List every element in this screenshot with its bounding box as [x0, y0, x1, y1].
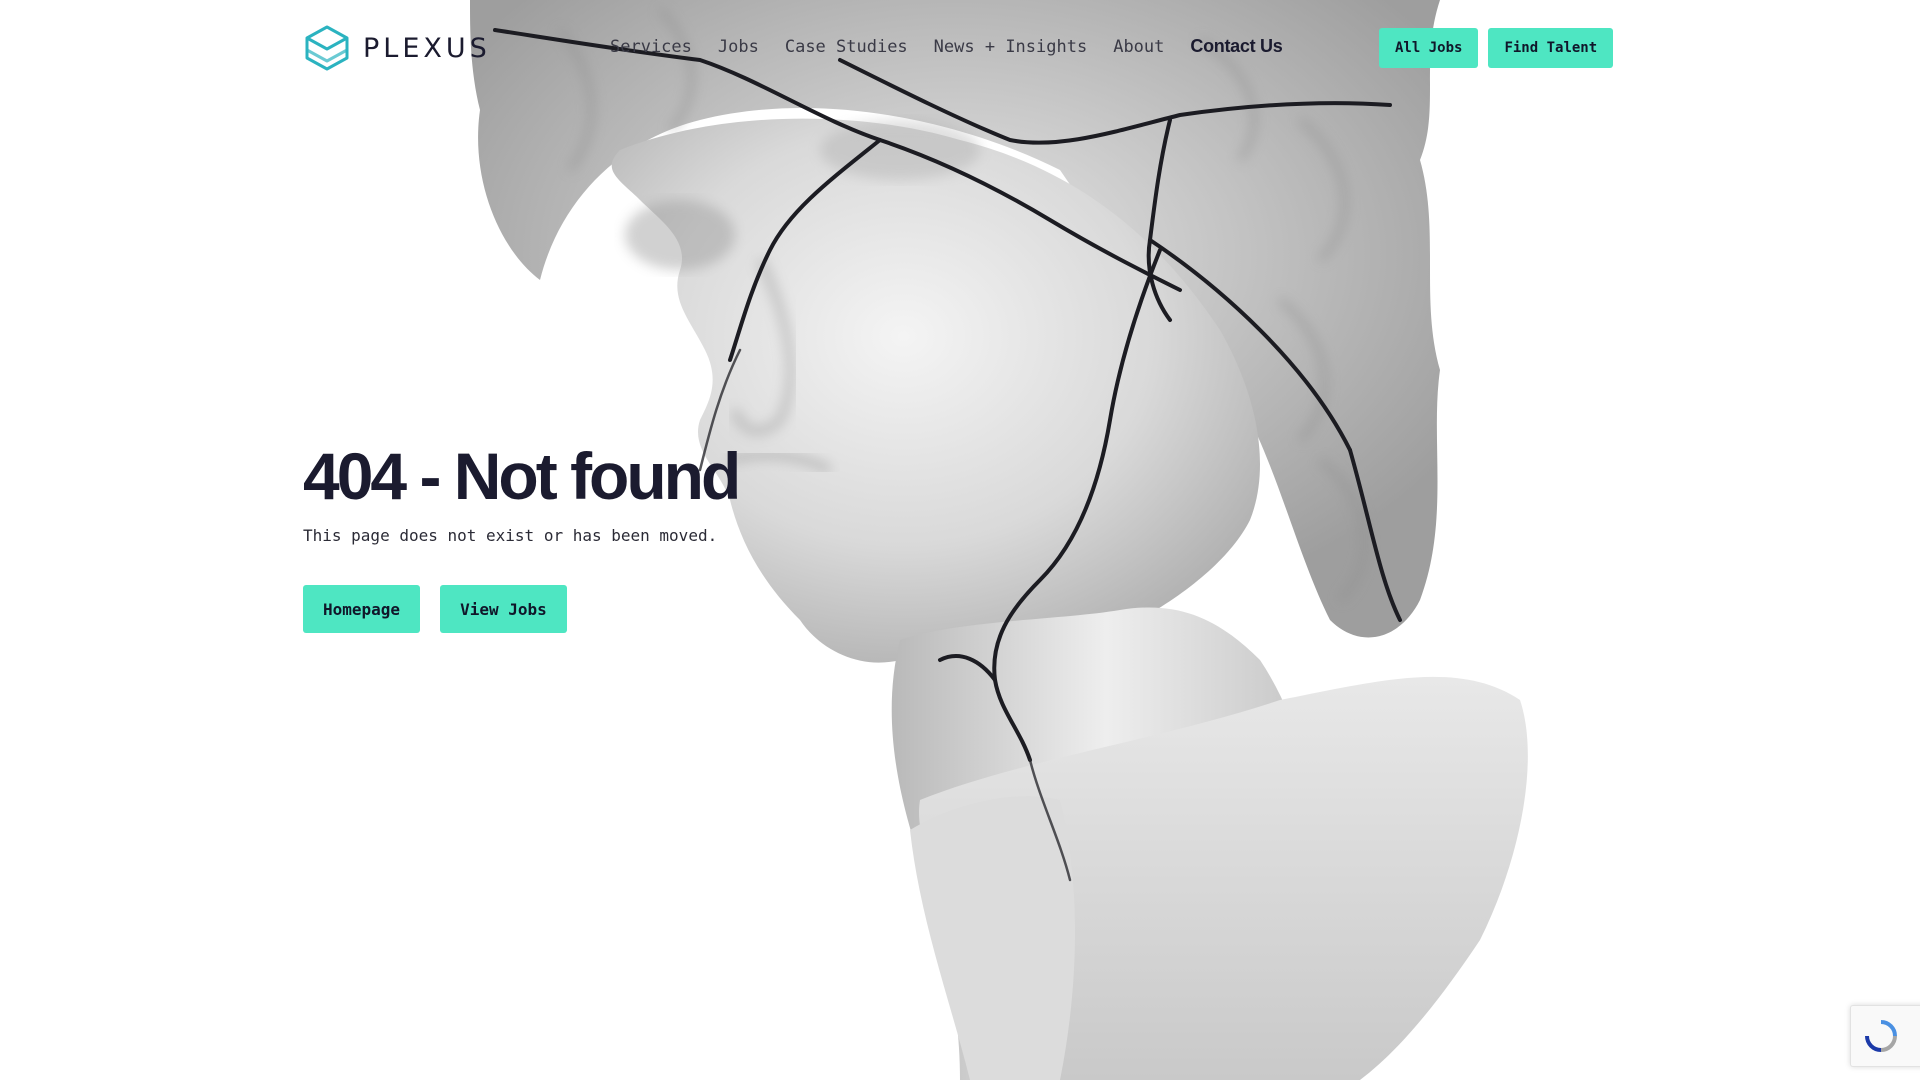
- site-logo[interactable]: PLEXUS: [303, 24, 491, 72]
- nav-contact-us[interactable]: Contact Us: [1190, 36, 1282, 57]
- nav-about[interactable]: About: [1113, 37, 1164, 57]
- nav-case-studies[interactable]: Case Studies: [785, 37, 908, 57]
- page-description: This page does not exist or has been mov…: [303, 526, 718, 545]
- recaptcha-badge[interactable]: [1850, 1005, 1920, 1067]
- brand-name: PLEXUS: [363, 32, 491, 64]
- view-jobs-button[interactable]: View Jobs: [440, 585, 567, 633]
- find-talent-button[interactable]: Find Talent: [1488, 28, 1614, 68]
- all-jobs-button[interactable]: All Jobs: [1379, 28, 1479, 68]
- main-nav: Services Jobs Case Studies News + Insigh…: [610, 36, 1283, 57]
- nav-services[interactable]: Services: [610, 37, 692, 57]
- hexagon-cube-icon: [305, 25, 349, 71]
- nav-news-insights[interactable]: News + Insights: [934, 37, 1088, 57]
- recaptcha-icon: [1865, 1020, 1897, 1052]
- header-actions: All Jobs Find Talent: [1379, 28, 1614, 68]
- page-title: 404 - Not found: [303, 439, 741, 513]
- homepage-button[interactable]: Homepage: [303, 585, 421, 633]
- not-found-content: 404 - Not found This page does not exist…: [303, 439, 741, 633]
- cta-row: Homepage View Jobs: [303, 585, 738, 633]
- cracked-statue-image: [470, 0, 1528, 1080]
- site-header: PLEXUS Services Jobs Case Studies News +…: [0, 0, 1920, 96]
- nav-jobs[interactable]: Jobs: [718, 37, 759, 57]
